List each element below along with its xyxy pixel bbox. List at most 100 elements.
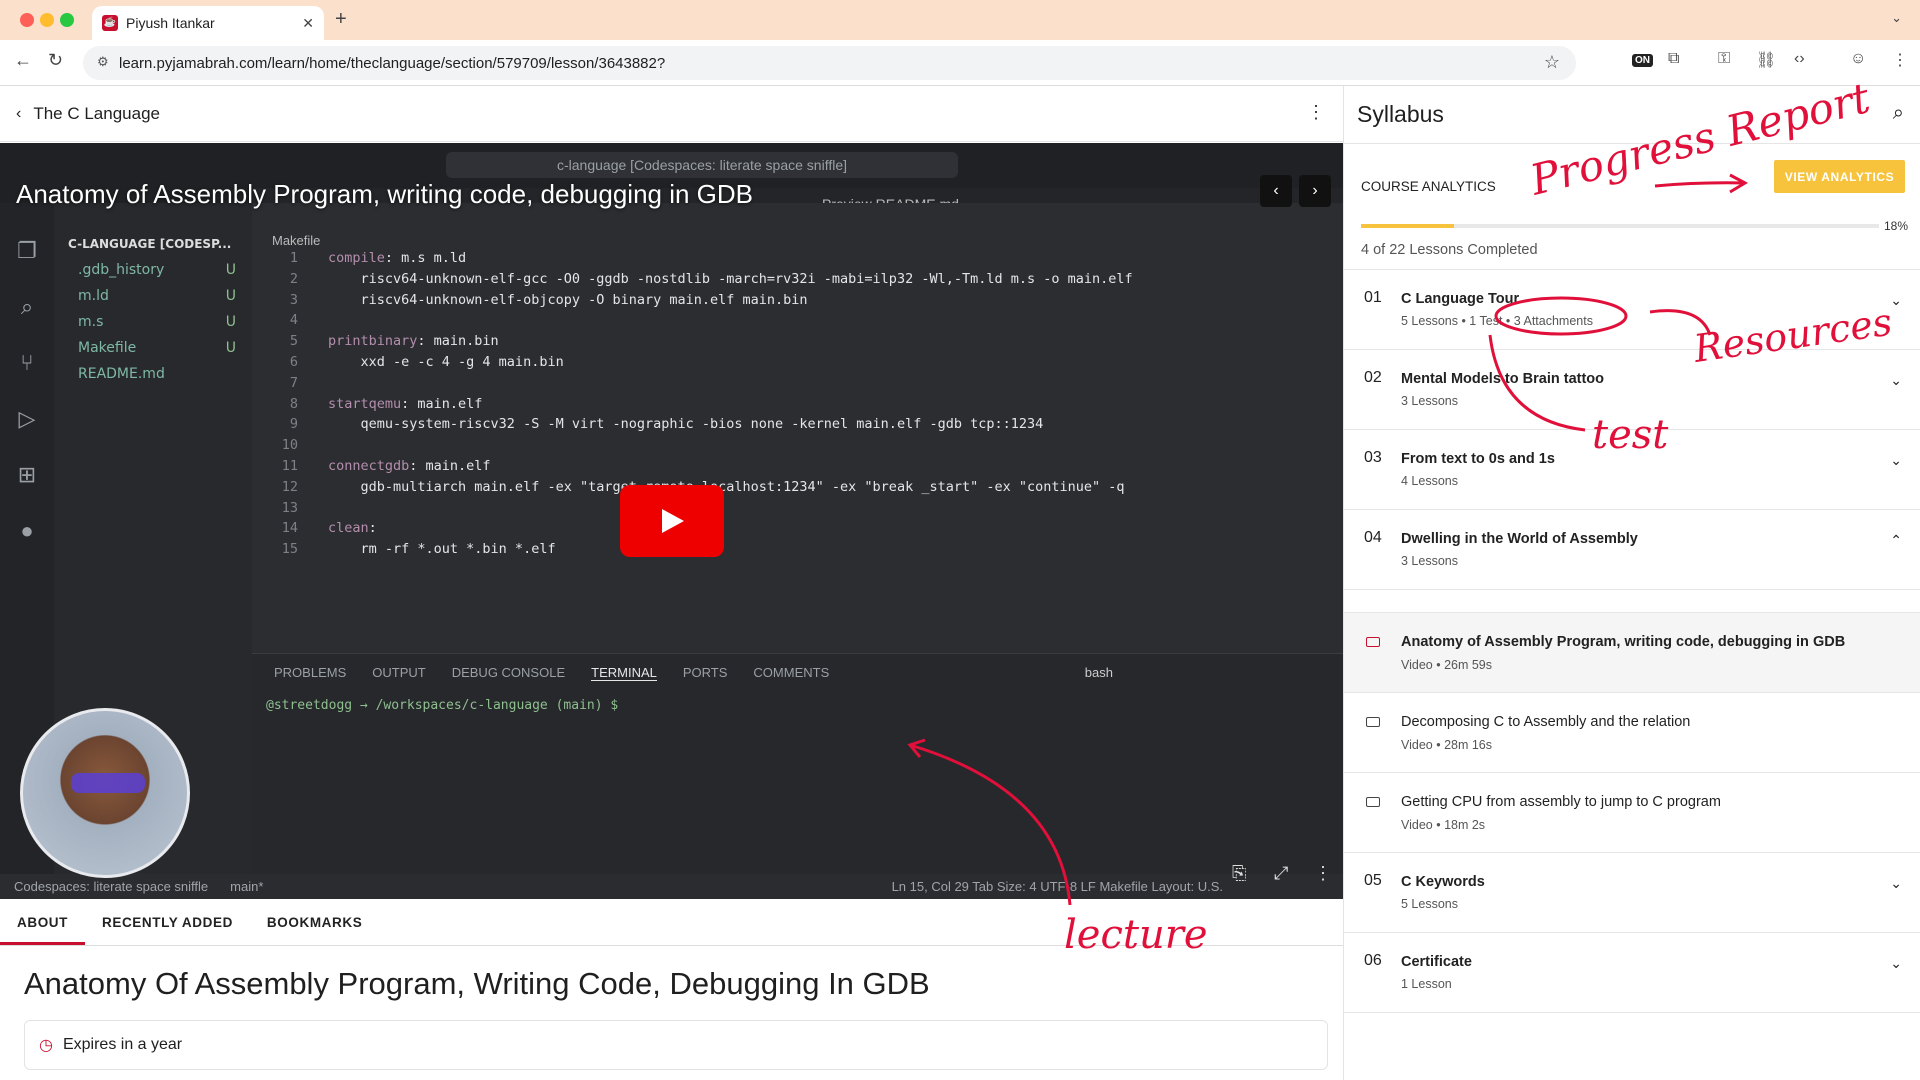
code-text: qemu-system-riscv32 -S -M virt -nographi… xyxy=(328,416,1044,433)
course-header: ‹ The C Language ⋮ xyxy=(0,86,1343,142)
code-text: rm -rf *.out *.bin *.elf xyxy=(328,541,556,558)
chevron-icon[interactable]: ⌄ xyxy=(1890,372,1902,389)
video-settings-icon[interactable]: ⋮ xyxy=(1314,863,1332,884)
syllabus-header: Syllabus ⌕ xyxy=(1344,86,1920,144)
vscode-statusbar: Codespaces: literate space sniffle main*… xyxy=(0,874,1343,899)
code-text: : main.bin xyxy=(417,333,499,350)
tab-about[interactable]: ABOUT xyxy=(0,900,85,945)
code-text: : main.elf xyxy=(409,457,491,474)
course-analytics: COURSE ANALYTICS VIEW ANALYTICS 18% 4 of… xyxy=(1344,144,1920,270)
section-title: Dwelling in the World of Assembly xyxy=(1401,531,1638,547)
back-chevron-icon[interactable]: ‹ xyxy=(16,105,21,123)
browser-menu-icon[interactable]: ⋮ xyxy=(1892,50,1908,70)
extensions-icon[interactable]: ⧉ xyxy=(1668,50,1679,68)
search-icon: ⌕ xyxy=(20,294,34,319)
video-icon xyxy=(1366,797,1380,807)
panel-tabs: PROBLEMS OUTPUT DEBUG CONSOLE TERMINAL PORTS… xyxy=(252,654,1343,692)
minimize-window-button[interactable] xyxy=(40,13,54,27)
previous-video-button[interactable]: ‹ xyxy=(1260,175,1292,207)
line-number: 14 xyxy=(281,520,298,537)
panel-tab: PORTS xyxy=(682,665,728,680)
chevron-icon[interactable]: ⌄ xyxy=(1890,292,1902,309)
syllabus-section[interactable]: 06 Certificate 1 Lesson ⌄ xyxy=(1344,933,1920,1013)
view-analytics-button[interactable]: VIEW ANALYTICS xyxy=(1774,160,1905,193)
about-tabs: ABOUT RECENTLY ADDED BOOKMARKS xyxy=(0,900,1343,946)
syllabus-section[interactable]: 04 Dwelling in the World of Assembly 3 Les… xyxy=(1344,510,1920,590)
syllabus-section[interactable]: 01 C Language Tour 5 Lessons • 1 Test • 3 … xyxy=(1344,270,1920,350)
course-title-link[interactable]: The C Language xyxy=(33,104,160,124)
search-icon[interactable]: ⌕ xyxy=(1893,102,1904,125)
github-icon: ● xyxy=(20,518,34,543)
files-icon: ❐ xyxy=(17,238,37,263)
chevron-icon[interactable]: ⌄ xyxy=(1890,452,1902,469)
link-icon[interactable]: ⛓ xyxy=(1756,50,1776,70)
reload-button[interactable]: ↻ xyxy=(48,50,63,71)
browser-tab-strip: ☕ Piyush Itankar ✕ + ⌄ xyxy=(0,0,1920,40)
address-bar[interactable]: ⚙ learn.pyjamabrah.com/learn/home/thecla… xyxy=(83,46,1576,80)
file-name: README.md xyxy=(78,366,165,382)
lessons-completed: 4 of 22 Lessons Completed xyxy=(1361,242,1538,258)
tab-search-icon[interactable]: ⌄ xyxy=(1891,10,1902,26)
lesson-item[interactable]: Anatomy of Assembly Program, writing cod… xyxy=(1344,613,1920,693)
explorer-file: Makefile U xyxy=(54,335,252,361)
source-control-icon: ⑂ xyxy=(20,350,34,375)
code-icon[interactable]: ‹› xyxy=(1794,50,1805,68)
code-text: gdb-multiarch main.elf -ex "target remot… xyxy=(328,478,1125,495)
progress-fill xyxy=(1361,224,1455,228)
run-debug-icon: ▷ xyxy=(18,406,36,431)
git-status-badge: U xyxy=(225,288,236,304)
more-options-icon[interactable]: ⋮ xyxy=(1307,102,1325,123)
new-tab-button[interactable]: + xyxy=(335,8,347,31)
video-title: Anatomy of Assembly Program, writing cod… xyxy=(16,179,754,209)
section-title: Certificate xyxy=(1401,954,1472,970)
status-right: Ln 15, Col 29 Tab Size: 4 UTF-8 LF Makef… xyxy=(891,879,1223,894)
close-tab-icon[interactable]: ✕ xyxy=(302,15,314,32)
bookmark-icon[interactable]: ⎘ xyxy=(1232,863,1246,884)
video-player[interactable]: c-language [Codespaces: literate space s… xyxy=(0,143,1343,899)
video-icon xyxy=(1366,637,1380,647)
lesson-title: Anatomy of Assembly Program, writing cod… xyxy=(1401,634,1846,650)
browser-tab[interactable]: ☕ Piyush Itankar ✕ xyxy=(92,6,324,40)
next-video-button[interactable]: › xyxy=(1299,175,1331,207)
lesson-item[interactable]: Getting CPU from assembly to jump to C p… xyxy=(1344,773,1920,853)
syllabus-section[interactable]: 05 C Keywords 5 Lessons ⌄ xyxy=(1344,853,1920,933)
back-button[interactable]: ← xyxy=(14,50,32,71)
code-line: 10 xyxy=(270,435,1133,456)
fullscreen-icon[interactable]: ⤢ xyxy=(1274,863,1288,884)
lesson-item[interactable]: Decomposing C to Assembly and the relati… xyxy=(1344,693,1920,773)
play-button[interactable] xyxy=(620,485,724,557)
git-status-badge: U xyxy=(225,262,236,278)
section-title: C Language Tour xyxy=(1401,291,1520,307)
syllabus-section[interactable]: 03 From text to 0s and 1s 4 Lessons ⌄ xyxy=(1344,430,1920,510)
syllabus-section[interactable]: 02 Mental Models to Brain tattoo 3 Lessons… xyxy=(1344,350,1920,430)
tab-bookmarks[interactable]: BOOKMARKS xyxy=(250,900,379,945)
line-number: 10 xyxy=(281,437,298,454)
code-line: 1 compile: m.s m.ld xyxy=(270,248,1133,269)
status-remote: Codespaces: literate space sniffle xyxy=(14,879,209,894)
make-target: printbinary xyxy=(328,333,418,350)
extension-badge[interactable]: ON xyxy=(1632,54,1653,67)
expiry-card: ◷ Expires in a year xyxy=(24,1020,1328,1070)
syllabus-sidebar: Syllabus ⌕ COURSE ANALYTICS VIEW ANALYTI… xyxy=(1343,86,1920,1080)
progress-bar xyxy=(1361,224,1879,228)
site-info-icon[interactable]: ⚙ xyxy=(97,54,109,70)
bookmark-star-icon[interactable]: ☆ xyxy=(1544,52,1560,73)
key-icon[interactable]: ⚿ xyxy=(1718,50,1730,68)
section-meta: 4 Lessons xyxy=(1401,474,1458,488)
close-window-button[interactable] xyxy=(20,13,34,27)
progress-percent: 18% xyxy=(1884,219,1909,233)
chevron-icon[interactable]: ⌄ xyxy=(1890,955,1902,972)
section-meta: 5 Lessons • 1 Test • 3 Attachments xyxy=(1401,314,1593,328)
tab-recently-added[interactable]: RECENTLY ADDED xyxy=(85,900,250,945)
chevron-icon[interactable]: ⌄ xyxy=(1890,875,1902,892)
make-target: clean xyxy=(328,520,369,537)
line-number: 5 xyxy=(289,333,298,350)
chevron-icon[interactable]: ⌃ xyxy=(1890,532,1902,549)
section-number: 04 xyxy=(1364,529,1382,546)
line-number: 13 xyxy=(281,499,298,516)
section-meta: 1 Lesson xyxy=(1401,977,1452,991)
profile-avatar[interactable]: ☺ xyxy=(1850,50,1866,68)
code-line: 2 riscv64-unknown-elf-gcc -O0 -ggdb -nos… xyxy=(270,269,1133,290)
line-number: 4 xyxy=(289,312,298,329)
maximize-window-button[interactable] xyxy=(60,13,74,27)
